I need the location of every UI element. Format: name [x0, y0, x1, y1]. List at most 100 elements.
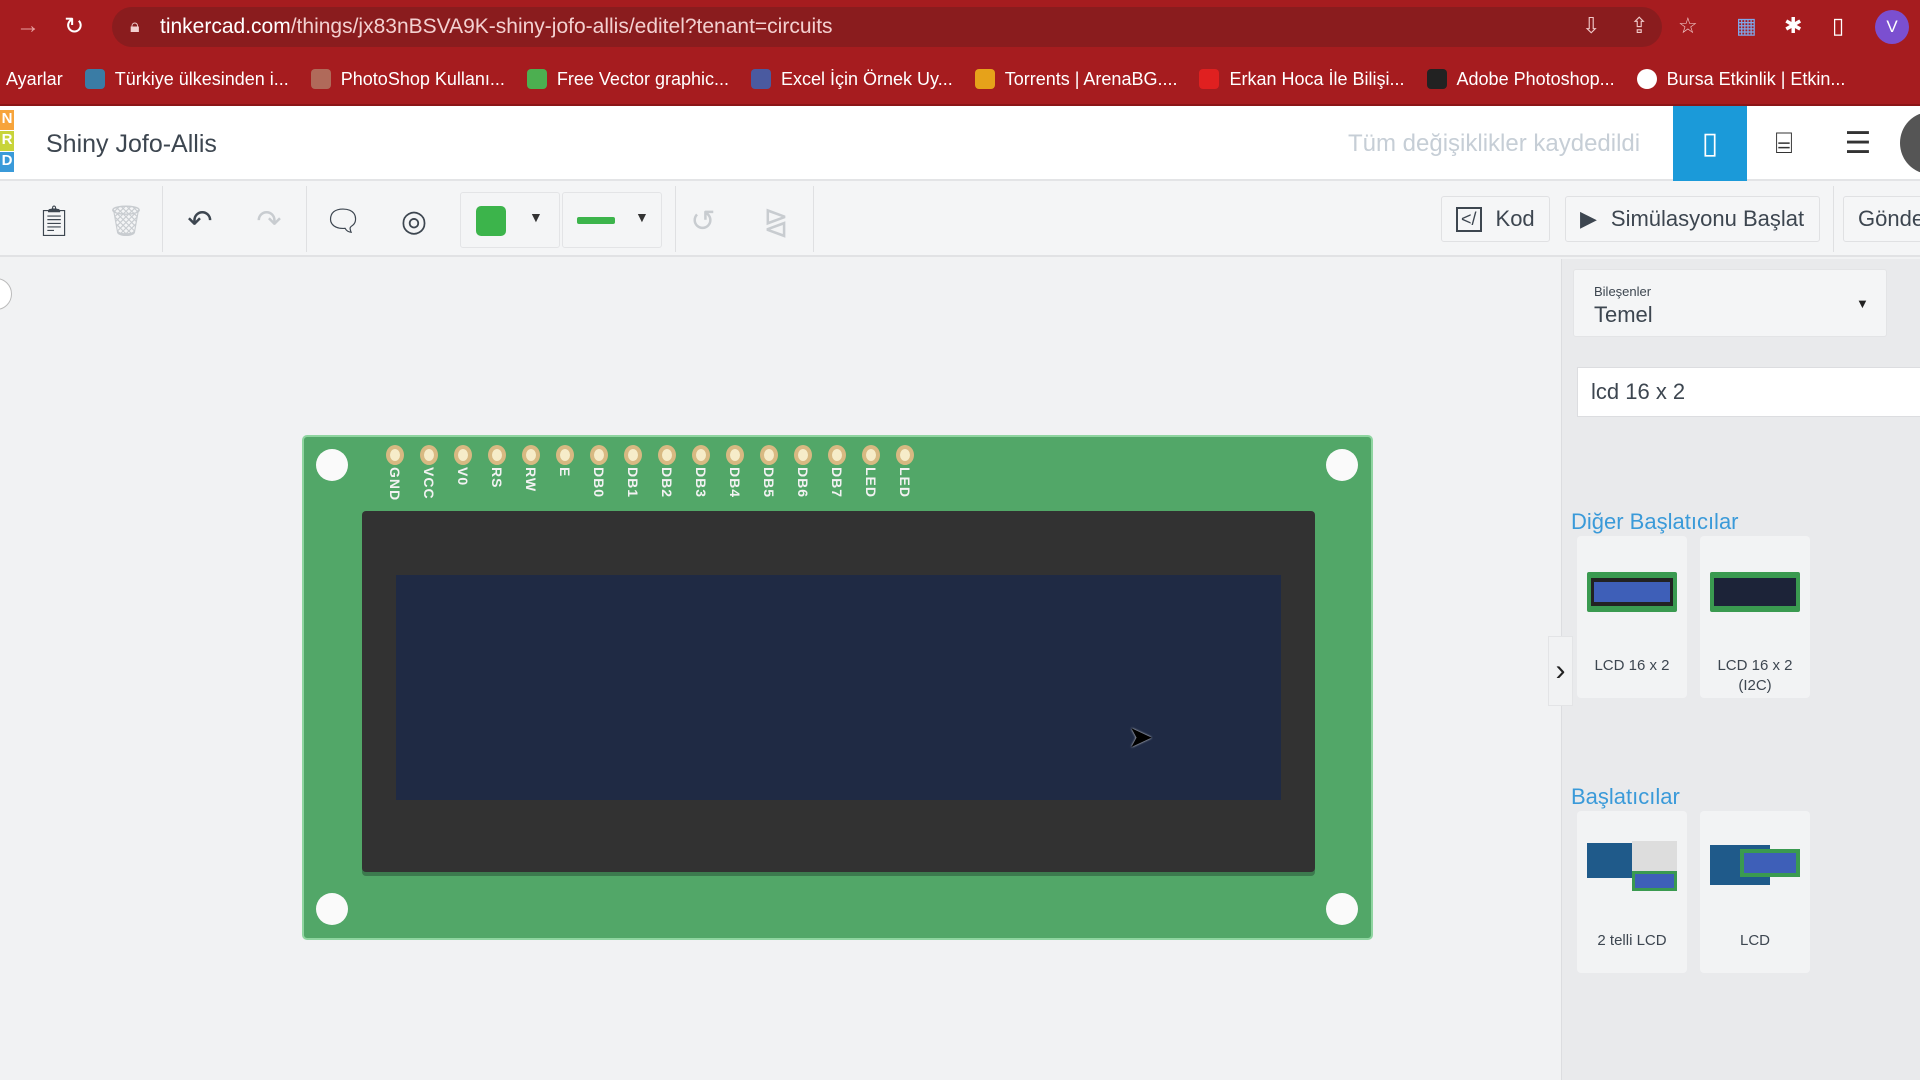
flip-button[interactable]: ⧎	[750, 198, 802, 244]
pin-db3[interactable]	[692, 445, 710, 465]
bookmark-label: PhotoShop Kullanı...	[340, 68, 505, 89]
project-title[interactable]: Shiny Jofo-Allis	[46, 130, 217, 159]
pin-db5[interactable]	[760, 445, 778, 465]
share-icon[interactable]: ⇪	[1630, 13, 1648, 39]
divider	[813, 186, 814, 252]
bookmark-label: Excel İçin Örnek Uy...	[781, 68, 953, 89]
pin-e[interactable]	[556, 445, 574, 465]
bookmark-item[interactable]: Ayarlar	[6, 69, 63, 90]
pin-label: DB7	[829, 467, 845, 499]
pin-led[interactable]	[896, 445, 914, 465]
start-simulation-button[interactable]: ▶ Simülasyonu Başlat	[1565, 196, 1820, 242]
lcd-bezel	[362, 511, 1315, 872]
chevron-down-icon: ▼	[635, 209, 649, 225]
undo-button[interactable]: ↶	[174, 198, 226, 244]
pin-db2[interactable]	[658, 445, 676, 465]
component-card[interactable]: LCD	[1700, 811, 1810, 973]
bookmark-item[interactable]: Adobe Photoshop...	[1426, 68, 1615, 90]
simulate-label: Simülasyonu Başlat	[1610, 206, 1805, 231]
note-button[interactable]: 🗨︎	[317, 198, 369, 244]
bookmark-favicon-icon	[1636, 69, 1657, 89]
bookmark-item[interactable]: Excel İçin Örnek Uy...	[751, 69, 953, 90]
mouse-cursor-icon: ➤	[1128, 721, 1154, 754]
pin-db1[interactable]	[624, 445, 642, 465]
lcd-16x2-component[interactable]: GND VCC V0 RS RW E DB0 DB1 DB2 DB3 DB4 DB5 DB6 DB7 LED…	[302, 435, 1373, 940]
bookmark-item[interactable]: PhotoShop Kullanı...	[310, 68, 505, 90]
pin-label: RW	[523, 467, 539, 493]
pin-v0[interactable]	[454, 445, 472, 465]
color-picker[interactable]: ▼	[460, 192, 560, 248]
trash-icon: 🗑︎	[106, 204, 146, 238]
bookmark-label: Adobe Photoshop...	[1456, 68, 1615, 89]
pin-db6[interactable]	[794, 445, 812, 465]
pin-label: DB3	[693, 467, 709, 499]
clipboard-icon: 📋︎	[34, 204, 74, 238]
send-button[interactable]: Gönde	[1843, 196, 1920, 242]
bookmark-item[interactable]: Erkan Hoca İle Bilişi...	[1199, 69, 1405, 90]
component-search-input[interactable]	[1577, 367, 1920, 417]
url-text[interactable]: tinkercad.com/things/jx83nBSVA9K-shiny-j…	[160, 15, 833, 39]
extensions-icon[interactable]: ✱	[1784, 13, 1802, 39]
star-icon[interactable]: ☆	[1678, 13, 1698, 39]
bookmark-item[interactable]: Free Vector graphic...	[526, 69, 729, 90]
play-icon: ▶	[1580, 206, 1597, 231]
bookmark-favicon-icon	[526, 69, 547, 89]
component-label: LCD 16 x 2	[1594, 657, 1670, 674]
wire-type-picker[interactable]: ▼	[562, 192, 662, 248]
component-label: LCD	[1739, 932, 1770, 949]
chevron-right-icon: ›	[1555, 654, 1566, 687]
profile-avatar[interactable]: V	[1875, 10, 1909, 44]
tinkercad-logo[interactable]: NRD	[0, 110, 14, 173]
color-swatch	[476, 206, 506, 236]
paste-button[interactable]: 📋︎	[28, 198, 80, 244]
bookmark-favicon-icon	[974, 69, 995, 89]
wire-icon	[577, 217, 615, 224]
undo-icon: ↶	[187, 204, 213, 238]
breadboard-icon: ▯	[1701, 127, 1719, 160]
eye-note-icon: ◎	[400, 204, 428, 238]
schematic-view-button[interactable]: ⌸	[1747, 106, 1821, 181]
pin-db0[interactable]	[590, 445, 608, 465]
bookmark-item[interactable]: Torrents | ArenaBG....	[974, 68, 1178, 90]
circuit-view-button[interactable]: ▯	[1673, 106, 1747, 181]
bookmark-item[interactable]: Bursa Etkinlik | Etkin...	[1636, 68, 1846, 90]
notes-visibility-button[interactable]: ◎	[388, 198, 440, 244]
delete-button[interactable]: 🗑︎	[100, 198, 152, 244]
pin-label: DB0	[591, 467, 607, 499]
mounting-hole	[316, 449, 348, 481]
send-label: Gönde	[1858, 206, 1920, 231]
bookmark-label: Bursa Etkinlik | Etkin...	[1666, 68, 1846, 89]
lcd-screen	[396, 575, 1281, 800]
sidepanel-icon[interactable]: ▯	[1832, 13, 1844, 39]
pin-rs[interactable]	[488, 445, 506, 465]
component-card[interactable]: LCD 16 x 2 (I2C)	[1700, 536, 1810, 698]
logo-letter: D	[0, 152, 14, 172]
translate-icon[interactable]: ▦	[1736, 13, 1757, 39]
pin-db4[interactable]	[726, 445, 744, 465]
component-list-button[interactable]: ☰	[1821, 106, 1895, 181]
mounting-hole	[1326, 449, 1358, 481]
pin-led[interactable]	[862, 445, 880, 465]
reload-icon[interactable]: ↻	[64, 12, 84, 41]
code-button[interactable]: </ Kod	[1441, 196, 1550, 242]
bookmark-label: Torrents | ArenaBG....	[1004, 68, 1178, 89]
bookmark-label: Türkiye ülkesinden i...	[114, 68, 289, 89]
component-card[interactable]: 2 telli LCD	[1577, 811, 1687, 973]
dropdown-value: Temel	[1594, 302, 1653, 327]
forward-icon[interactable]: →	[16, 12, 40, 40]
bookmark-item[interactable]: Türkiye ülkesinden i...	[84, 68, 289, 90]
install-icon[interactable]: ⇩	[1582, 13, 1600, 39]
lock-icon: 🔒︎	[130, 16, 140, 36]
pin-db7[interactable]	[828, 445, 846, 465]
pin-gnd[interactable]	[386, 445, 404, 465]
pin-rw[interactable]	[522, 445, 540, 465]
logo-letter: R	[0, 131, 14, 151]
components-dropdown[interactable]: Bileşenler Temel ▼	[1573, 269, 1887, 337]
component-card[interactable]: LCD 16 x 2	[1577, 536, 1687, 698]
code-label: Kod	[1495, 206, 1535, 231]
collapse-panel-button[interactable]: ›	[1548, 636, 1573, 706]
divider	[675, 186, 676, 252]
rotate-button[interactable]: ↺	[677, 198, 729, 244]
redo-button[interactable]: ↷	[243, 198, 295, 244]
pin-vcc[interactable]	[420, 445, 438, 465]
